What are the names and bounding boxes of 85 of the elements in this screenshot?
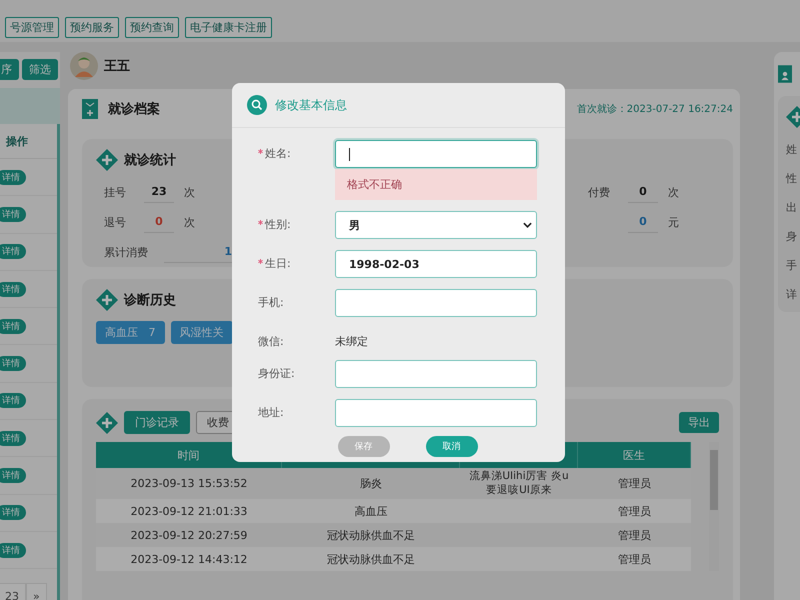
info-label: 手 [786,258,798,273]
details-button[interactable]: 详情 [0,468,26,484]
filter-button[interactable]: 筛选 [22,59,58,80]
stat-value: 23 [144,181,174,203]
field-label: 性别: [258,211,335,232]
input-field[interactable] [335,289,537,317]
diagnosis-tag[interactable]: 风湿性关 [170,321,232,344]
sidebar-band [0,88,60,124]
field-label: 地址: [258,405,285,420]
required-icon [258,259,263,264]
clipboard-icon [82,99,98,119]
plus-icon [96,412,118,434]
card-title: 就诊档案 [108,100,160,118]
section-title: 就诊统计 [124,152,176,169]
input-field[interactable] [335,399,537,427]
stat-label: 累计消费 [104,244,149,260]
required-icon [258,149,263,154]
dialog-title: 修改基本信息 [275,96,347,114]
details-button[interactable]: 详情 [0,505,26,520]
stat-unit: 次 [184,214,195,230]
details-button[interactable]: 详情 [0,244,26,260]
table-cell: 冠状动脉供血不足 [282,547,460,572]
details-button[interactable]: 详情 [0,170,26,185]
table-cell: 2023-09-12 14:43:12 [96,547,282,572]
required-icon [258,220,263,225]
stat-unit: 次 [668,184,679,200]
patient-name: 王五 [104,58,130,75]
column-header: 操作 [6,134,28,148]
page-button[interactable]: » [26,583,47,600]
details-button[interactable]: 详情 [0,393,26,408]
nav-tab[interactable]: 预约查询 [125,17,179,38]
details-button[interactable]: 详情 [0,282,26,297]
table-cell: 流鼻涕UIihi厉害 炎u要退咳UI原来 [460,468,578,500]
details-button[interactable]: 详情 [0,430,26,446]
stat-label: 挂号 [104,184,127,200]
column-header: 医生 [578,442,691,468]
records-tab[interactable]: 门诊记录 [124,411,190,434]
search-icon [247,95,267,115]
stat-unit: 元 [668,214,679,230]
nav-tab[interactable]: 预约服务 [65,17,119,38]
table-cell: 高血压 [282,499,460,524]
stat-label: 退号 [104,214,127,230]
field-value: 未绑定 [335,334,368,349]
info-label: 身 [786,229,798,244]
stat-unit: 次 [184,184,195,200]
info-label: 姓 [786,142,798,157]
info-label: 详 [786,287,798,302]
page-button[interactable]: 23 [0,583,26,600]
field-label: 姓名: [258,140,335,161]
avatar-icon [70,52,98,80]
input-field[interactable]: 1998-02-03 [335,250,537,278]
error-message: 格式不正确 [335,169,537,200]
stat-label: 付费 [588,184,611,200]
table-cell: 管理员 [578,499,691,524]
plus-icon [96,149,118,171]
details-button[interactable]: 详情 [0,318,26,334]
nav-tab[interactable]: 号源管理 [5,17,59,38]
input-field[interactable] [335,140,537,168]
cancel-button[interactable]: 取消 [426,436,478,457]
stat-value: 0 [628,211,658,233]
details-button[interactable]: 详情 [0,542,26,558]
plus-icon [96,289,118,311]
field-label: 身份证: [258,366,296,381]
stat-value: 0 [144,211,174,233]
input-field[interactable] [335,360,537,388]
nav-tab[interactable]: 电子健康卡注册 [185,17,272,38]
export-button[interactable]: 导出 [679,412,719,433]
first-visit-time: 首次就诊：2023-07-27 16:27:24 [576,102,733,116]
details-button[interactable]: 详情 [0,206,26,222]
person-icon [778,64,792,84]
field-label: 生日: [258,250,335,271]
select-field[interactable]: 男 [335,211,537,239]
info-label: 性 [786,171,798,186]
table-cell: 管理员 [578,547,691,572]
field-label: 微信: [258,334,285,349]
table-cell: 2023-09-12 21:01:33 [96,499,282,524]
info-label: 出 [786,200,798,215]
filter-button[interactable]: 序 [0,59,19,80]
field-label: 手机: [258,295,285,310]
stat-value: 0 [628,181,658,203]
chevron-down-icon [523,222,532,228]
details-button[interactable]: 详情 [0,356,26,372]
text-cursor [349,148,350,160]
section-title: 诊断历史 [124,292,176,309]
diagnosis-tag[interactable]: 高血压 7 [96,321,164,344]
